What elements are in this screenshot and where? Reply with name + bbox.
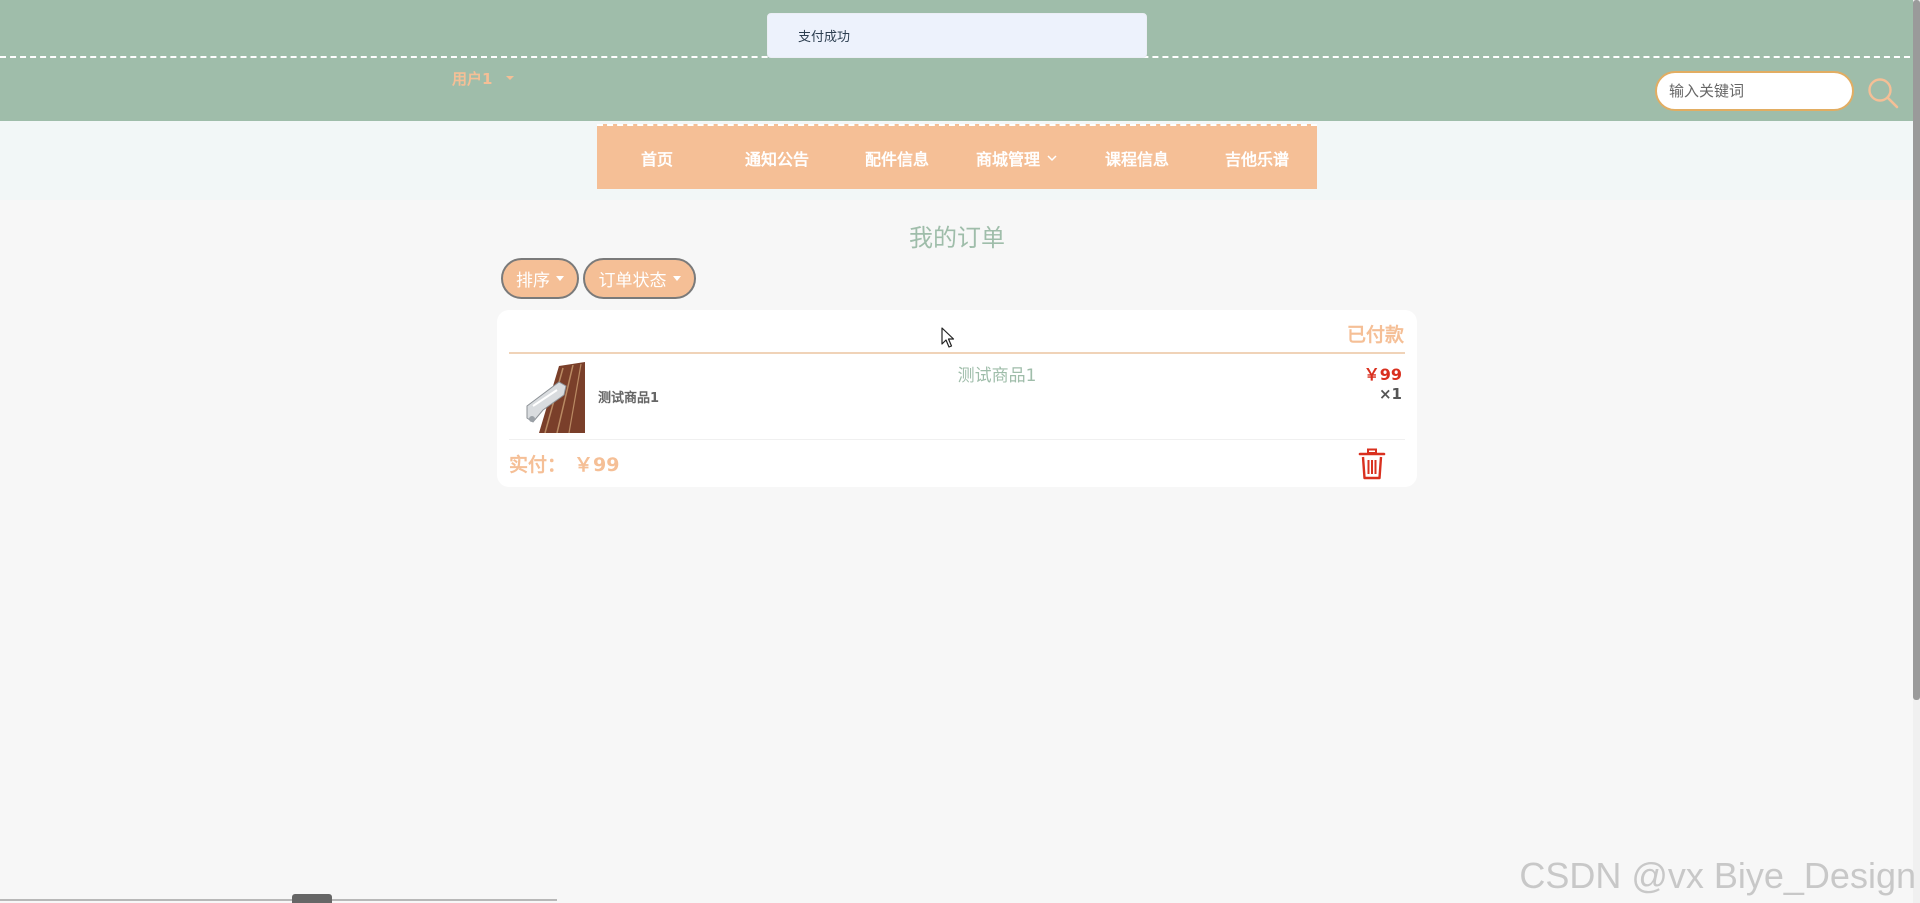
nav-item-announcements[interactable]: 通知公告 [717, 126, 837, 189]
nav-item-label: 配件信息 [864, 149, 929, 169]
horizontal-scroll-track [0, 899, 557, 901]
user-menu[interactable]: 用户1 [452, 68, 515, 88]
chevron-down-icon [1047, 154, 1057, 161]
vertical-scrollbar[interactable] [1913, 0, 1920, 903]
mouse-cursor-icon [941, 327, 955, 348]
nav-item-home[interactable]: 首页 [597, 126, 717, 189]
nav-item-label: 首页 [640, 149, 673, 169]
sort-dropdown-button[interactable]: 排序 [501, 258, 579, 299]
order-status-dropdown-button[interactable]: 订单状态 [583, 258, 696, 299]
caret-down-icon [672, 276, 681, 281]
toast-message: 支付成功 [798, 30, 851, 45]
order-header-divider [509, 352, 1405, 354]
paid-total: 实付： ￥99 [509, 450, 619, 477]
page: 用户1 支付成功 首页 通知公告 配件信息 商城管理 课程信息 [0, 0, 1920, 903]
search-input[interactable] [1655, 71, 1854, 111]
user-label: 用户1 [452, 69, 493, 88]
nav-item-label: 通知公告 [744, 149, 809, 169]
product-thumbnail[interactable] [519, 362, 585, 433]
order-status-badge: 已付款 [1346, 324, 1404, 346]
product-name[interactable]: 测试商品1 [598, 387, 659, 406]
nav-item-label: 吉他乐谱 [1224, 149, 1289, 169]
paid-label: 实付： [509, 454, 567, 476]
paid-amount: ￥99 [574, 454, 620, 476]
search-icon[interactable] [1866, 76, 1900, 110]
product-title: 测试商品1 [957, 366, 1037, 386]
nav-item-label: 商城管理 [975, 149, 1040, 169]
nav-item-guitar-scores[interactable]: 吉他乐谱 [1197, 126, 1317, 189]
product-price: ￥99 [1363, 365, 1402, 384]
sort-label: 排序 [516, 271, 550, 291]
order-row-divider [509, 439, 1405, 440]
main-nav: 首页 通知公告 配件信息 商城管理 课程信息 吉他乐谱 [597, 124, 1317, 189]
vertical-scrollbar-thumb[interactable] [1913, 0, 1920, 700]
order-card: 已付款 测试商品1 测试商品1 ￥99 ×1 实付： ￥99 [497, 310, 1417, 487]
horizontal-scroll-handle[interactable] [292, 894, 332, 903]
product-quantity: ×1 [1378, 385, 1402, 403]
watermark: CSDN @vx Biye_Design [1519, 855, 1916, 896]
page-title: 我的订单 [909, 224, 1005, 252]
nav-item-label: 课程信息 [1104, 149, 1169, 169]
nav-item-courses[interactable]: 课程信息 [1077, 126, 1197, 189]
success-toast: 支付成功 [767, 13, 1147, 58]
nav-item-accessories[interactable]: 配件信息 [837, 126, 957, 189]
trash-icon[interactable] [1358, 448, 1386, 480]
caret-down-icon [506, 76, 515, 80]
nav-item-mall-management[interactable]: 商城管理 [957, 126, 1077, 189]
order-status-label: 订单状态 [598, 271, 667, 291]
caret-down-icon [556, 276, 564, 281]
